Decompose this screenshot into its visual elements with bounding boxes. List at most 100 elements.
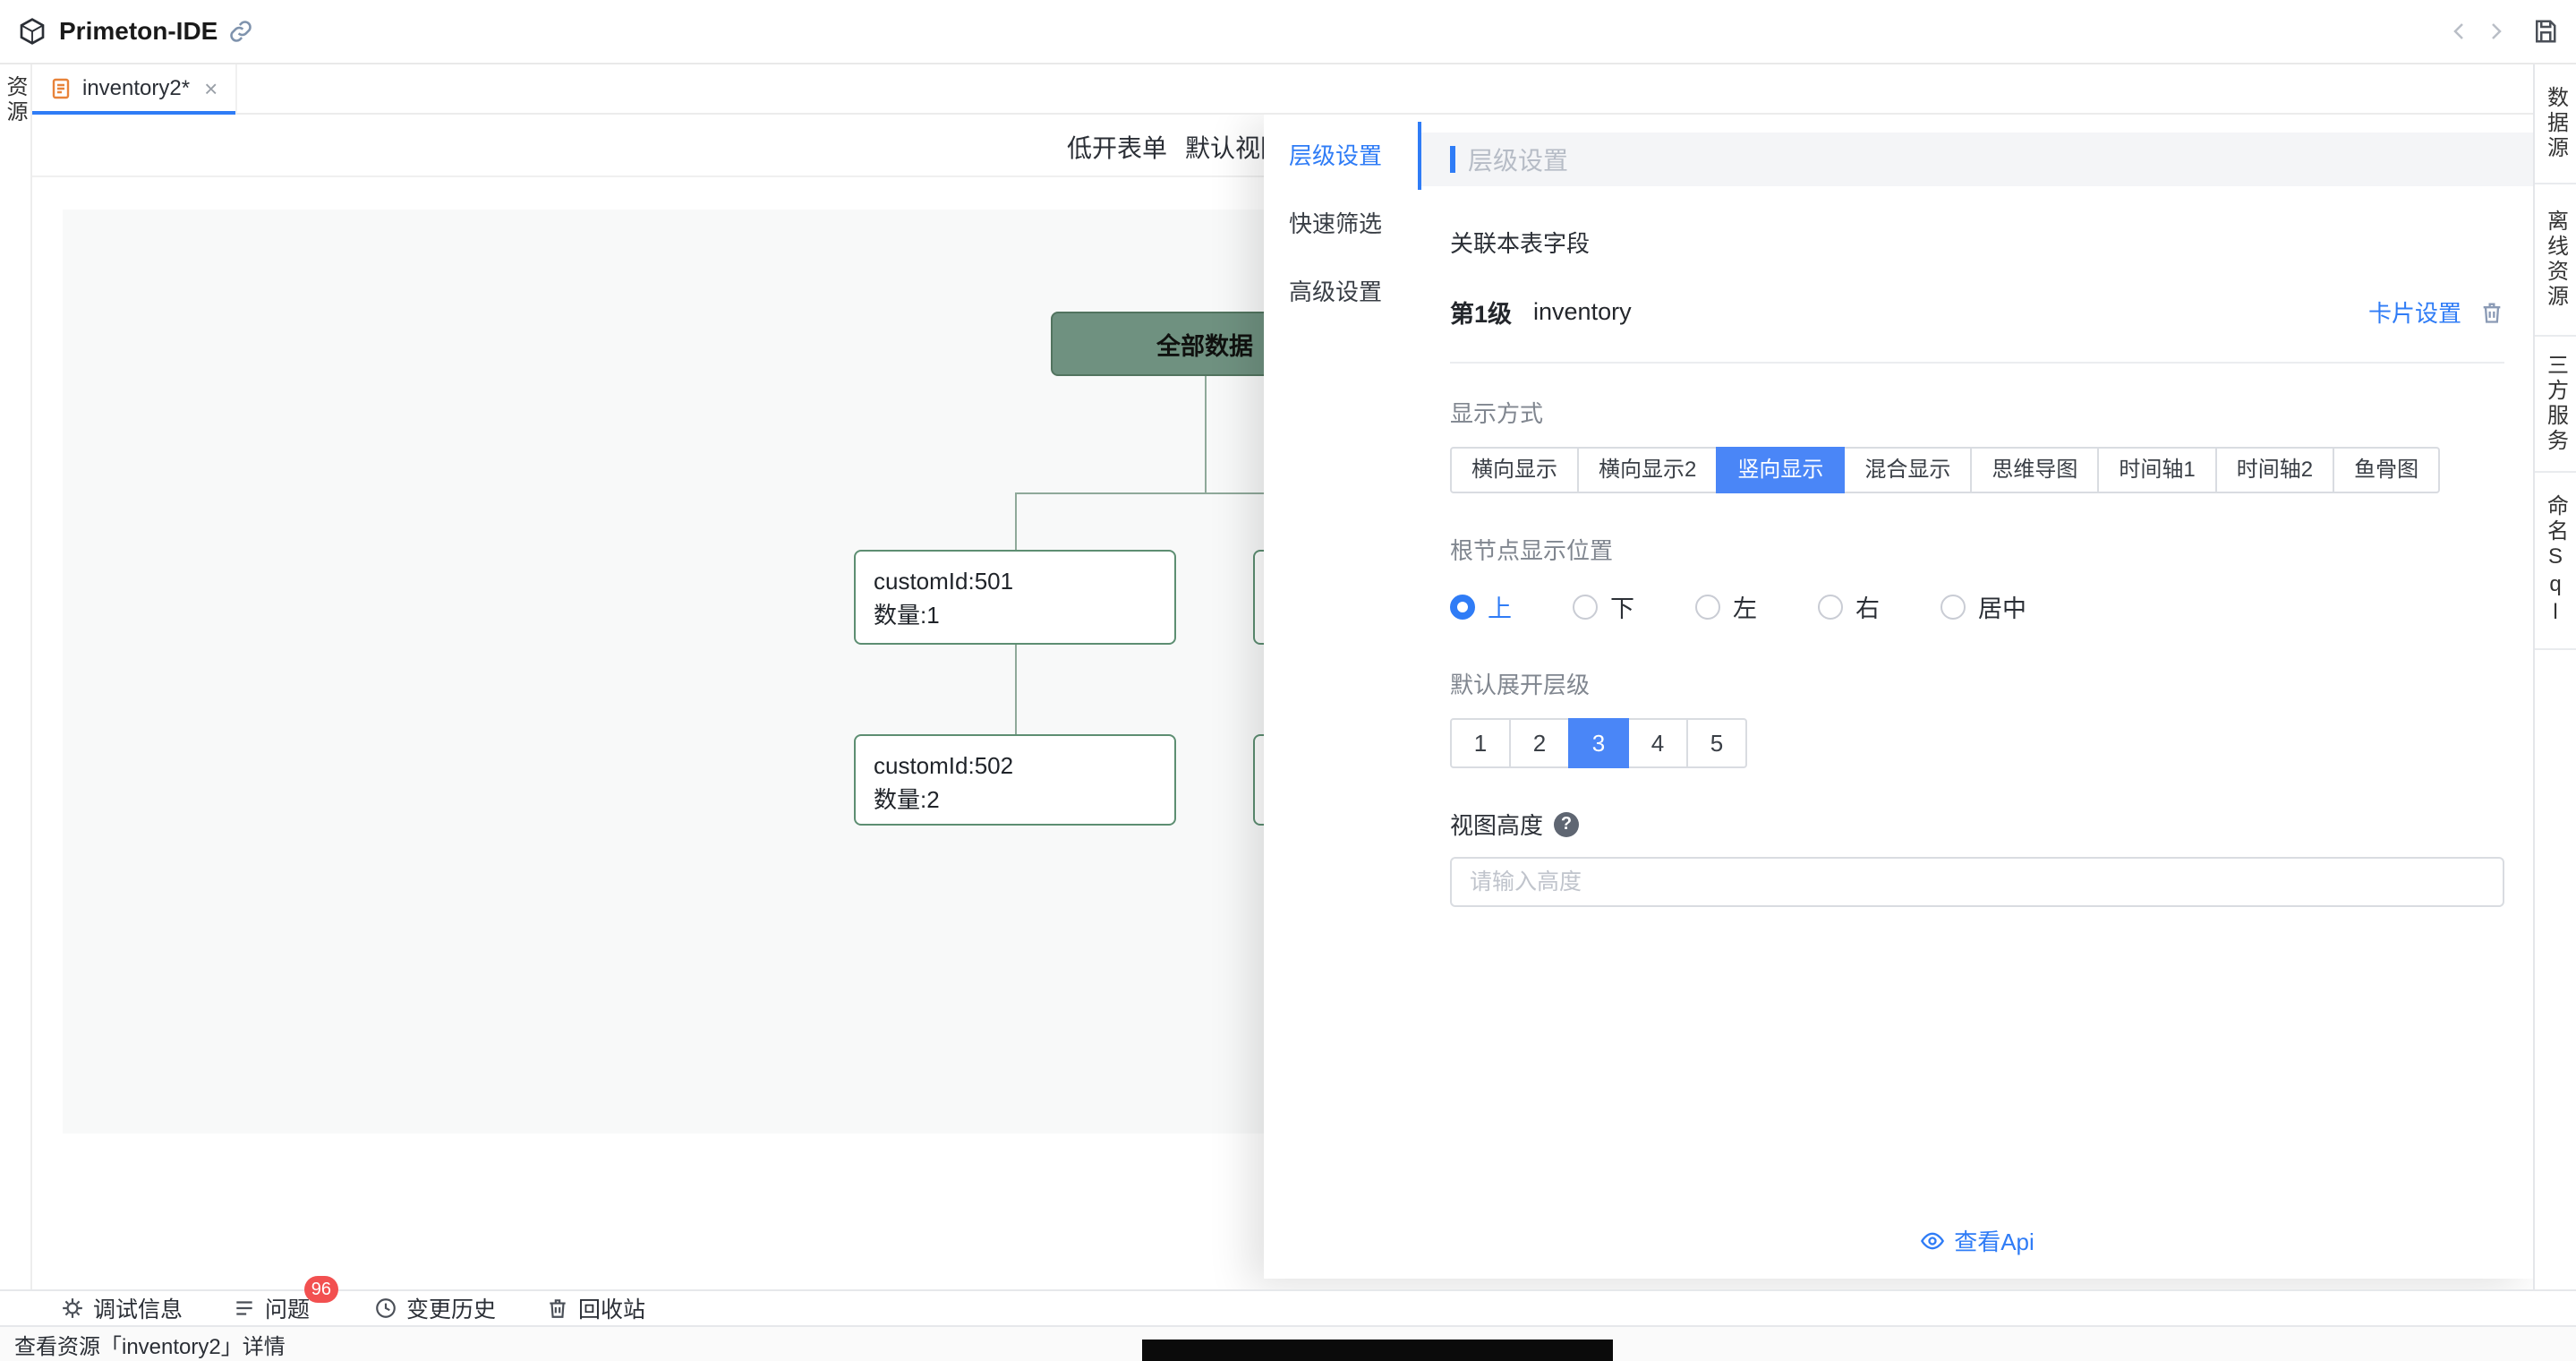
connector-root-down xyxy=(1205,376,1207,492)
rail-item-offline-resources[interactable]: 离线资源 xyxy=(2535,184,2576,337)
recycle-bin-label: 回收站 xyxy=(578,1292,645,1324)
root-position-group: 上 下 左 右 居中 xyxy=(1450,589,2504,624)
app-window: Primeton-IDE 资源 xyxy=(0,0,2576,1361)
card-settings-link[interactable]: 卡片设置 xyxy=(2368,295,2461,329)
radio-label: 左 xyxy=(1733,589,1757,624)
rail-label: 三方服务 xyxy=(2540,354,2572,454)
trash-icon xyxy=(546,1297,569,1320)
topbar: Primeton-IDE xyxy=(0,0,2576,64)
expand-level-5[interactable]: 5 xyxy=(1686,718,1747,768)
node-line1: customId:502 xyxy=(874,749,1156,783)
radio-left[interactable]: 左 xyxy=(1695,589,1757,624)
expand-level-4[interactable]: 4 xyxy=(1627,718,1688,768)
left-rail: 资源 xyxy=(0,64,32,1289)
radio-label: 上 xyxy=(1488,589,1512,624)
display-mode-mixed[interactable]: 混合显示 xyxy=(1843,447,1972,493)
clock-icon xyxy=(374,1297,397,1320)
menu-item-hierarchy[interactable]: 层级设置 xyxy=(1264,122,1421,190)
display-mode-vertical[interactable]: 竖向显示 xyxy=(1716,447,1845,493)
low-code-form-button[interactable]: 低开表单 xyxy=(1067,129,1167,165)
panel-header: 层级设置 xyxy=(1421,133,2533,186)
display-mode-timeline1[interactable]: 时间轴1 xyxy=(2097,447,2216,493)
related-field-label: 关联本表字段 xyxy=(1450,226,2504,259)
dock-strip xyxy=(1142,1340,1613,1361)
view-height-input[interactable] xyxy=(1450,857,2504,907)
display-mode-group: 横向显示 横向显示2 竖向显示 混合显示 思维导图 时间轴1 时间轴2 鱼骨图 xyxy=(1450,447,2504,493)
level-prefix: 第1级 xyxy=(1450,295,1512,330)
node-line1: customId:501 xyxy=(874,564,1156,598)
view-api-link[interactable]: 查看Api xyxy=(1421,1224,2533,1257)
connector-drop-501 xyxy=(1015,492,1017,550)
expand-level-3[interactable]: 3 xyxy=(1568,718,1629,768)
header-accent-bar xyxy=(1450,146,1455,173)
chevron-left-icon[interactable] xyxy=(2449,21,2470,42)
status-text: 查看资源「inventory2」详情 xyxy=(14,1329,286,1360)
trash-icon[interactable] xyxy=(2479,300,2504,325)
view-height-row: 视图高度 ? xyxy=(1450,808,2504,841)
tab-strip: inventory2* × xyxy=(32,64,2533,115)
menu-item-quick-filter[interactable]: 快速筛选 xyxy=(1264,190,1421,258)
radio-right[interactable]: 右 xyxy=(1818,589,1880,624)
debug-info-button[interactable]: 调试信息 xyxy=(61,1292,183,1324)
panel-header-title: 层级设置 xyxy=(1468,141,1568,177)
panel-content: 关联本表字段 第1级 inventory 卡片设置 显示方式 xyxy=(1421,226,2533,907)
radio-dot xyxy=(1573,595,1598,620)
connector-branch xyxy=(1015,492,1301,494)
link-icon[interactable] xyxy=(228,19,253,44)
rail-item-datasource[interactable]: 数据源 xyxy=(2535,64,2576,184)
node-line2: 数量:2 xyxy=(874,783,1156,817)
radio-dot xyxy=(1450,595,1475,620)
radio-label: 下 xyxy=(1610,589,1634,624)
change-history-button[interactable]: 变更历史 xyxy=(374,1292,496,1324)
recycle-bin-button[interactable]: 回收站 xyxy=(546,1292,645,1324)
display-mode-fishbone[interactable]: 鱼骨图 xyxy=(2333,447,2440,493)
settings-menu: 层级设置 快速筛选 高级设置 xyxy=(1264,115,1421,1279)
expand-level-2[interactable]: 2 xyxy=(1509,718,1570,768)
rail-label: 命名Sql xyxy=(2540,494,2572,628)
radio-label: 居中 xyxy=(1978,589,2026,624)
problems-label: 问题 xyxy=(265,1292,310,1324)
tab-label: inventory2* xyxy=(82,76,190,101)
radio-label: 右 xyxy=(1855,589,1880,624)
rail-item-named-sql[interactable]: 命名Sql xyxy=(2535,473,2576,650)
display-mode-horizontal2[interactable]: 横向显示2 xyxy=(1577,447,1718,493)
rail-item-third-party-services[interactable]: 三方服务 xyxy=(2535,337,2576,473)
tree-root-label: 全部数据 xyxy=(1156,327,1253,362)
connector-501-502 xyxy=(1015,645,1017,734)
problems-button[interactable]: 问题 96 xyxy=(233,1292,310,1324)
problems-badge: 96 xyxy=(304,1276,338,1303)
radio-dot xyxy=(1695,595,1720,620)
display-mode-mindmap[interactable]: 思维导图 xyxy=(1970,447,2099,493)
radio-dot xyxy=(1941,595,1966,620)
expand-level-1[interactable]: 1 xyxy=(1450,718,1511,768)
eye-icon xyxy=(1920,1228,1945,1254)
rail-label: 离线资源 xyxy=(2540,210,2572,310)
menu-item-advanced[interactable]: 高级设置 xyxy=(1264,258,1421,326)
right-rail: 数据源 离线资源 三方服务 命名Sql xyxy=(2533,64,2576,1289)
tab-close-icon[interactable]: × xyxy=(204,75,218,103)
help-icon[interactable]: ? xyxy=(1554,812,1579,837)
radio-bottom[interactable]: 下 xyxy=(1573,589,1634,624)
radio-top[interactable]: 上 xyxy=(1450,589,1512,624)
node-line2: 数量:1 xyxy=(874,598,1156,632)
change-history-label: 变更历史 xyxy=(406,1292,496,1324)
tab-inventory2[interactable]: inventory2* × xyxy=(32,64,237,113)
settings-panel: 层级设置 快速筛选 高级设置 层级设置 关联本表字段 第1级 inventory… xyxy=(1264,115,2533,1279)
expand-level-label: 默认展开层级 xyxy=(1450,667,2504,700)
app-logo-icon xyxy=(18,17,47,46)
display-mode-horizontal[interactable]: 横向显示 xyxy=(1450,447,1579,493)
chevron-right-icon[interactable] xyxy=(2485,21,2506,42)
level-actions: 卡片设置 xyxy=(2368,295,2504,329)
left-rail-resources[interactable]: 资源 xyxy=(0,75,30,125)
tree-node-502[interactable]: customId:502 数量:2 xyxy=(854,734,1176,826)
bottom-toolbar: 调试信息 问题 96 变更历史 回 xyxy=(0,1289,2576,1325)
debug-info-label: 调试信息 xyxy=(93,1292,183,1324)
radio-center[interactable]: 居中 xyxy=(1941,589,2026,624)
expand-level-group: 1 2 3 4 5 xyxy=(1450,718,2504,768)
root-position-label: 根节点显示位置 xyxy=(1450,533,2504,566)
save-icon[interactable] xyxy=(2531,18,2558,45)
divider xyxy=(1450,362,2504,364)
tree-node-501[interactable]: customId:501 数量:1 xyxy=(854,550,1176,645)
display-mode-timeline2[interactable]: 时间轴2 xyxy=(2215,447,2334,493)
settings-body: 层级设置 关联本表字段 第1级 inventory 卡片设置 xyxy=(1421,115,2533,1279)
